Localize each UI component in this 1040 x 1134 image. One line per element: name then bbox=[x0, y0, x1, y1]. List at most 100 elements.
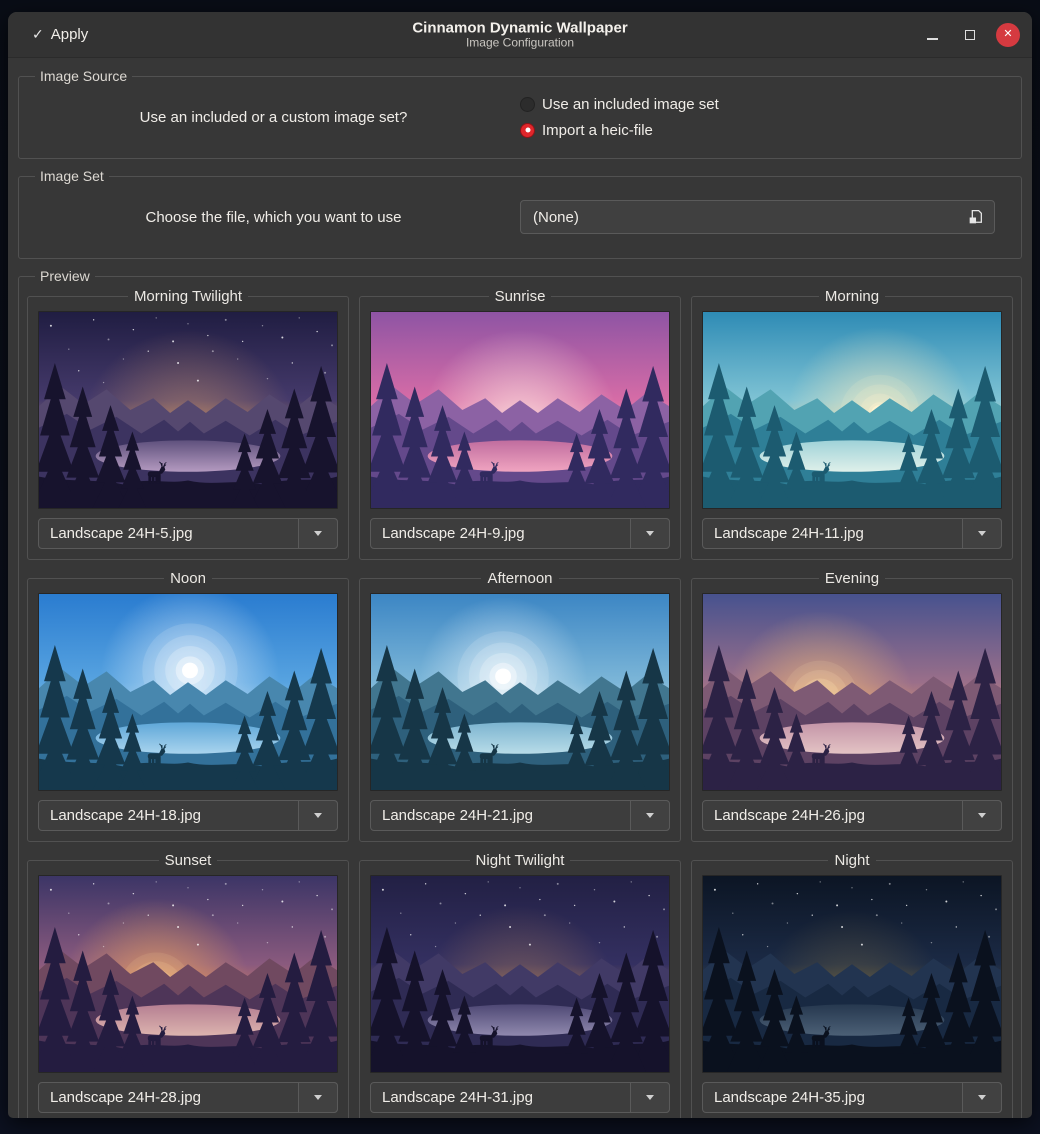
image-source-section: Image Source Use an included or a custom… bbox=[18, 68, 1022, 159]
selected-file-value: (None) bbox=[533, 209, 967, 226]
app-window: ✓ Apply Cinnamon Dynamic Wallpaper Image… bbox=[8, 12, 1032, 1118]
checkmark-icon: ✓ bbox=[32, 26, 44, 43]
wallpaper-preview-image bbox=[702, 311, 1002, 509]
selected-filename: Landscape 24H-18.jpg bbox=[39, 807, 294, 824]
chevron-down-icon bbox=[978, 1095, 986, 1100]
dropdown-arrow-button[interactable] bbox=[962, 800, 1002, 831]
radio-button-icon[interactable] bbox=[520, 97, 535, 112]
image-select-dropdown[interactable]: Landscape 24H-5.jpg bbox=[38, 518, 338, 549]
preview-cell: Morning Landscape 24H-11.jpg bbox=[691, 288, 1013, 560]
image-select-dropdown[interactable]: Landscape 24H-18.jpg bbox=[38, 800, 338, 831]
radio-option-included-set[interactable]: Use an included image set bbox=[520, 96, 1013, 113]
preview-cell: Afternoon Landscape 24H-21.jpg bbox=[359, 570, 681, 842]
image-source-row: Use an included or a custom image set? U… bbox=[27, 86, 1013, 148]
close-icon: ✕ bbox=[1003, 29, 1012, 40]
chevron-down-icon bbox=[978, 813, 986, 818]
image-source-radio-group: Use an included image set Import a heic-… bbox=[520, 90, 1013, 145]
radio-option-label: Import a heic-file bbox=[542, 122, 653, 139]
dropdown-arrow-button[interactable] bbox=[298, 800, 338, 831]
image-set-section: Image Set Choose the file, which you wan… bbox=[18, 168, 1022, 259]
preview-cell: Night Twilight Landscape 24H-31.jpg bbox=[359, 852, 681, 1118]
chevron-down-icon bbox=[314, 531, 322, 536]
maximize-button[interactable] bbox=[958, 23, 982, 47]
file-chooser-column: (None) bbox=[520, 200, 1013, 234]
close-button[interactable]: ✕ bbox=[996, 23, 1020, 47]
wallpaper-preview-image bbox=[38, 593, 338, 791]
selected-filename: Landscape 24H-11.jpg bbox=[703, 525, 958, 542]
preview-cell-title: Noon bbox=[164, 570, 212, 587]
preview-cell: Evening Landscape 24H-26.jpg bbox=[691, 570, 1013, 842]
window-title: Cinnamon Dynamic Wallpaper bbox=[412, 19, 627, 36]
chevron-down-icon bbox=[314, 1095, 322, 1100]
image-source-legend: Image Source bbox=[35, 68, 132, 84]
wallpaper-preview-image bbox=[702, 875, 1002, 1073]
window-subtitle: Image Configuration bbox=[412, 36, 627, 50]
window-body: Image Source Use an included or a custom… bbox=[8, 58, 1032, 1118]
selected-filename: Landscape 24H-35.jpg bbox=[703, 1089, 958, 1106]
selected-filename: Landscape 24H-26.jpg bbox=[703, 807, 958, 824]
chevron-down-icon bbox=[646, 531, 654, 536]
minimize-icon bbox=[927, 38, 938, 40]
preview-cell-title: Night Twilight bbox=[470, 852, 571, 869]
file-copy-icon bbox=[967, 209, 984, 226]
preview-section: Preview Morning Twilight Landscape 24H-5… bbox=[18, 268, 1022, 1118]
preview-legend: Preview bbox=[35, 268, 95, 284]
selected-filename: Landscape 24H-21.jpg bbox=[371, 807, 626, 824]
preview-cell: Sunset Landscape 24H-28.jpg bbox=[27, 852, 349, 1118]
preview-cell-title: Evening bbox=[819, 570, 885, 587]
image-select-dropdown[interactable]: Landscape 24H-9.jpg bbox=[370, 518, 670, 549]
radio-option-import-heic[interactable]: Import a heic-file bbox=[520, 122, 1013, 139]
desktop-background: ✓ Apply Cinnamon Dynamic Wallpaper Image… bbox=[0, 0, 1040, 1134]
chevron-down-icon bbox=[978, 531, 986, 536]
preview-cell-title: Morning Twilight bbox=[128, 288, 248, 305]
wallpaper-preview-image bbox=[702, 593, 1002, 791]
preview-cell: Noon Landscape 24H-18.jpg bbox=[27, 570, 349, 842]
dropdown-arrow-button[interactable] bbox=[962, 518, 1002, 549]
wallpaper-preview-image bbox=[370, 311, 670, 509]
selected-filename: Landscape 24H-28.jpg bbox=[39, 1089, 294, 1106]
image-select-dropdown[interactable]: Landscape 24H-35.jpg bbox=[702, 1082, 1002, 1113]
wallpaper-preview-image bbox=[370, 593, 670, 791]
preview-cell-title: Morning bbox=[819, 288, 885, 305]
image-select-dropdown[interactable]: Landscape 24H-26.jpg bbox=[702, 800, 1002, 831]
title-block: Cinnamon Dynamic Wallpaper Image Configu… bbox=[412, 19, 627, 50]
preview-cell: Night Landscape 24H-35.jpg bbox=[691, 852, 1013, 1118]
dropdown-arrow-button[interactable] bbox=[298, 518, 338, 549]
image-select-dropdown[interactable]: Landscape 24H-31.jpg bbox=[370, 1082, 670, 1113]
preview-grid: Morning Twilight Landscape 24H-5.jpg Sun… bbox=[27, 288, 1013, 1118]
image-select-dropdown[interactable]: Landscape 24H-11.jpg bbox=[702, 518, 1002, 549]
file-chooser-button[interactable]: (None) bbox=[520, 200, 995, 234]
wallpaper-preview-image bbox=[38, 875, 338, 1073]
dropdown-arrow-button[interactable] bbox=[298, 1082, 338, 1113]
selected-filename: Landscape 24H-5.jpg bbox=[39, 525, 294, 542]
preview-cell-title: Afternoon bbox=[481, 570, 558, 587]
radio-option-label: Use an included image set bbox=[542, 96, 719, 113]
titlebar: ✓ Apply Cinnamon Dynamic Wallpaper Image… bbox=[8, 12, 1032, 58]
radio-button-icon[interactable] bbox=[520, 123, 535, 138]
preview-cell: Morning Twilight Landscape 24H-5.jpg bbox=[27, 288, 349, 560]
image-set-row: Choose the file, which you want to use (… bbox=[27, 186, 1013, 248]
window-controls: ✕ bbox=[920, 23, 1032, 47]
preview-cell: Sunrise Landscape 24H-9.jpg bbox=[359, 288, 681, 560]
selected-filename: Landscape 24H-9.jpg bbox=[371, 525, 626, 542]
minimize-button[interactable] bbox=[920, 23, 944, 47]
selected-filename: Landscape 24H-31.jpg bbox=[371, 1089, 626, 1106]
dropdown-arrow-button[interactable] bbox=[630, 518, 670, 549]
dropdown-arrow-button[interactable] bbox=[962, 1082, 1002, 1113]
file-chooser-label: Choose the file, which you want to use bbox=[27, 209, 520, 226]
maximize-icon bbox=[965, 30, 975, 40]
wallpaper-preview-image bbox=[38, 311, 338, 509]
image-select-dropdown[interactable]: Landscape 24H-21.jpg bbox=[370, 800, 670, 831]
preview-cell-title: Night bbox=[828, 852, 875, 869]
wallpaper-preview-image bbox=[370, 875, 670, 1073]
chevron-down-icon bbox=[314, 813, 322, 818]
apply-button-label: Apply bbox=[51, 26, 89, 43]
dropdown-arrow-button[interactable] bbox=[630, 800, 670, 831]
chevron-down-icon bbox=[646, 1095, 654, 1100]
image-select-dropdown[interactable]: Landscape 24H-28.jpg bbox=[38, 1082, 338, 1113]
preview-cell-title: Sunrise bbox=[489, 288, 552, 305]
chevron-down-icon bbox=[646, 813, 654, 818]
dropdown-arrow-button[interactable] bbox=[630, 1082, 670, 1113]
image-set-legend: Image Set bbox=[35, 168, 109, 184]
apply-button[interactable]: ✓ Apply bbox=[18, 20, 102, 49]
